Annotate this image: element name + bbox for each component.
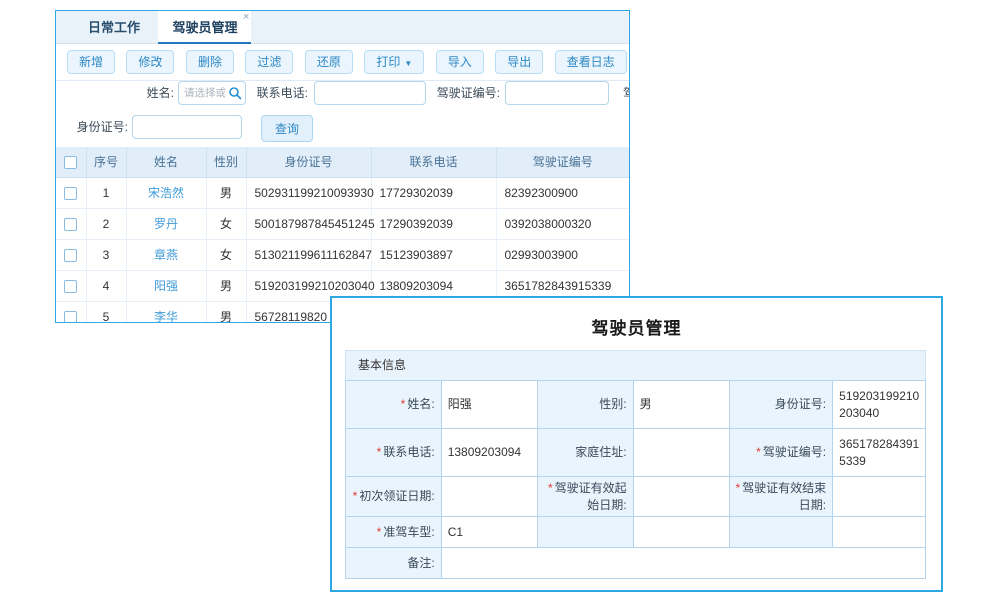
row-checkbox[interactable] xyxy=(64,218,77,231)
basic-info-section-header: 基本信息 xyxy=(345,350,926,381)
import-button[interactable]: 导入 xyxy=(436,50,484,74)
driver-list-window: 日常工作 驾驶员管理 × 新增 修改 删除 过滤 还原 打印 ▼ 导入 导出 查看… xyxy=(55,10,630,323)
license-filter-input[interactable] xyxy=(505,81,609,105)
valid-start-date-field-label: *驾驶证有效起始日期: xyxy=(537,477,633,517)
name-field-value[interactable]: 阳强 xyxy=(441,381,537,429)
name-filter-label: 姓名: xyxy=(94,81,174,105)
driver-detail-dialog: 驾驶员管理 基本信息 *姓名: 阳强 性别: 男 身份证号: 519203199… xyxy=(330,296,943,592)
phone-filter-label: 联系电话: xyxy=(236,81,308,105)
row-checkbox[interactable] xyxy=(64,311,77,323)
first-issue-date-field-value[interactable] xyxy=(441,477,537,517)
id-number-field-value[interactable]: 519203199210203040 xyxy=(833,381,926,429)
remark-field-value[interactable] xyxy=(441,548,925,579)
required-asterisk: * xyxy=(377,525,382,539)
id-filter-wrapper xyxy=(132,115,242,139)
id-filter-input[interactable] xyxy=(132,115,242,139)
driver-name-link[interactable]: 罗丹 xyxy=(154,217,178,231)
address-field-value[interactable] xyxy=(633,429,729,477)
name-field-label: *姓名: xyxy=(346,381,442,429)
export-button[interactable]: 导出 xyxy=(495,50,543,74)
license-no-field-label: *驾驶证编号: xyxy=(729,429,832,477)
view-log-button[interactable]: 查看日志 xyxy=(555,50,627,74)
valid-end-date-field-value[interactable] xyxy=(833,477,926,517)
gender-field-label: 性别: xyxy=(537,381,633,429)
print-button[interactable]: 打印 ▼ xyxy=(364,50,424,74)
remark-field-label: 备注: xyxy=(346,548,442,579)
toolbar: 新增 修改 删除 过滤 还原 打印 ▼ 导入 导出 查看日志 xyxy=(56,44,629,81)
valid-end-date-field-label: *驾驶证有效结束日期: xyxy=(729,477,832,517)
phone-filter-input[interactable] xyxy=(314,81,426,105)
dialog-title: 驾驶员管理 xyxy=(332,314,941,339)
license-no-field-value[interactable]: 3651782843915339 xyxy=(833,429,926,477)
query-button[interactable]: 查询 xyxy=(261,115,313,142)
table-row: 1 宋浩然 男 502931199210093930 17729302039 8… xyxy=(56,177,629,208)
delete-button[interactable]: 删除 xyxy=(186,50,234,74)
required-asterisk: * xyxy=(401,397,406,411)
col-header-gender: 性别 xyxy=(206,147,246,177)
table-row: 3 章燕 女 513021199611162847 15123903897 02… xyxy=(56,239,629,270)
chevron-down-icon: ▼ xyxy=(404,59,412,68)
gender-field-value[interactable]: 男 xyxy=(633,381,729,429)
id-filter-label: 身份证号: xyxy=(58,115,128,139)
col-header-license: 驾驶证编号 xyxy=(496,147,629,177)
vehicle-class-field-label: *准驾车型: xyxy=(346,517,442,548)
add-button[interactable]: 新增 xyxy=(67,50,115,74)
tab-driver-management-label: 驾驶员管理 xyxy=(172,20,237,35)
empty-label-cell xyxy=(729,517,832,548)
tab-close-icon[interactable]: × xyxy=(243,12,249,23)
driver-name-link[interactable]: 章燕 xyxy=(154,248,178,262)
col-header-phone: 联系电话 xyxy=(371,147,496,177)
license-filter-label: 驾驶证编号: xyxy=(416,81,500,105)
id-number-field-label: 身份证号: xyxy=(729,381,832,429)
edit-button[interactable]: 修改 xyxy=(126,50,174,74)
address-field-label: 家庭住址: xyxy=(537,429,633,477)
screen: 日常工作 驾驶员管理 × 新增 修改 删除 过滤 还原 打印 ▼ 导入 导出 查看… xyxy=(0,0,1000,600)
first-issue-date-field-label: *初次领证日期: xyxy=(346,477,442,517)
required-asterisk: * xyxy=(548,481,553,495)
vehicle-class-field-value[interactable]: C1 xyxy=(441,517,537,548)
empty-value-cell xyxy=(633,517,729,548)
required-asterisk: * xyxy=(353,489,358,503)
driver-detail-form: *姓名: 阳强 性别: 男 身份证号: 519203199210203040 *… xyxy=(345,380,926,579)
required-asterisk: * xyxy=(735,481,740,495)
phone-filter-wrapper xyxy=(314,81,426,105)
table-row: 2 罗丹 女 500187987845451245 17290392039 03… xyxy=(56,208,629,239)
phone-field-value[interactable]: 13809203094 xyxy=(441,429,537,477)
license-filter-wrapper xyxy=(505,81,609,105)
tab-bar: 日常工作 驾驶员管理 × xyxy=(56,11,629,44)
row-checkbox[interactable] xyxy=(64,280,77,293)
driver-name-link[interactable]: 宋浩然 xyxy=(148,186,184,200)
print-button-label: 打印 xyxy=(376,55,400,69)
phone-field-label: *联系电话: xyxy=(346,429,442,477)
table-header-row: 序号 姓名 性别 身份证号 联系电话 驾驶证编号 xyxy=(56,147,629,177)
col-header-name: 姓名 xyxy=(126,147,206,177)
col-header-id: 身份证号 xyxy=(246,147,371,177)
col-header-no: 序号 xyxy=(86,147,126,177)
tab-driver-management[interactable]: 驾驶员管理 × xyxy=(158,11,251,44)
empty-label-cell xyxy=(537,517,633,548)
required-asterisk: * xyxy=(377,445,382,459)
restore-button[interactable]: 还原 xyxy=(305,50,353,74)
filter-button[interactable]: 过滤 xyxy=(245,50,293,74)
clipped-filter-label: 驾 xyxy=(617,81,630,105)
row-checkbox[interactable] xyxy=(64,249,77,262)
row-checkbox[interactable] xyxy=(64,187,77,200)
driver-name-link[interactable]: 阳强 xyxy=(154,279,178,293)
required-asterisk: * xyxy=(756,445,761,459)
empty-value-cell xyxy=(833,517,926,548)
select-all-checkbox[interactable] xyxy=(64,156,77,169)
tab-daily-work[interactable]: 日常工作 xyxy=(74,11,154,44)
driver-name-link[interactable]: 李华 xyxy=(154,310,178,323)
valid-start-date-field-value[interactable] xyxy=(633,477,729,517)
